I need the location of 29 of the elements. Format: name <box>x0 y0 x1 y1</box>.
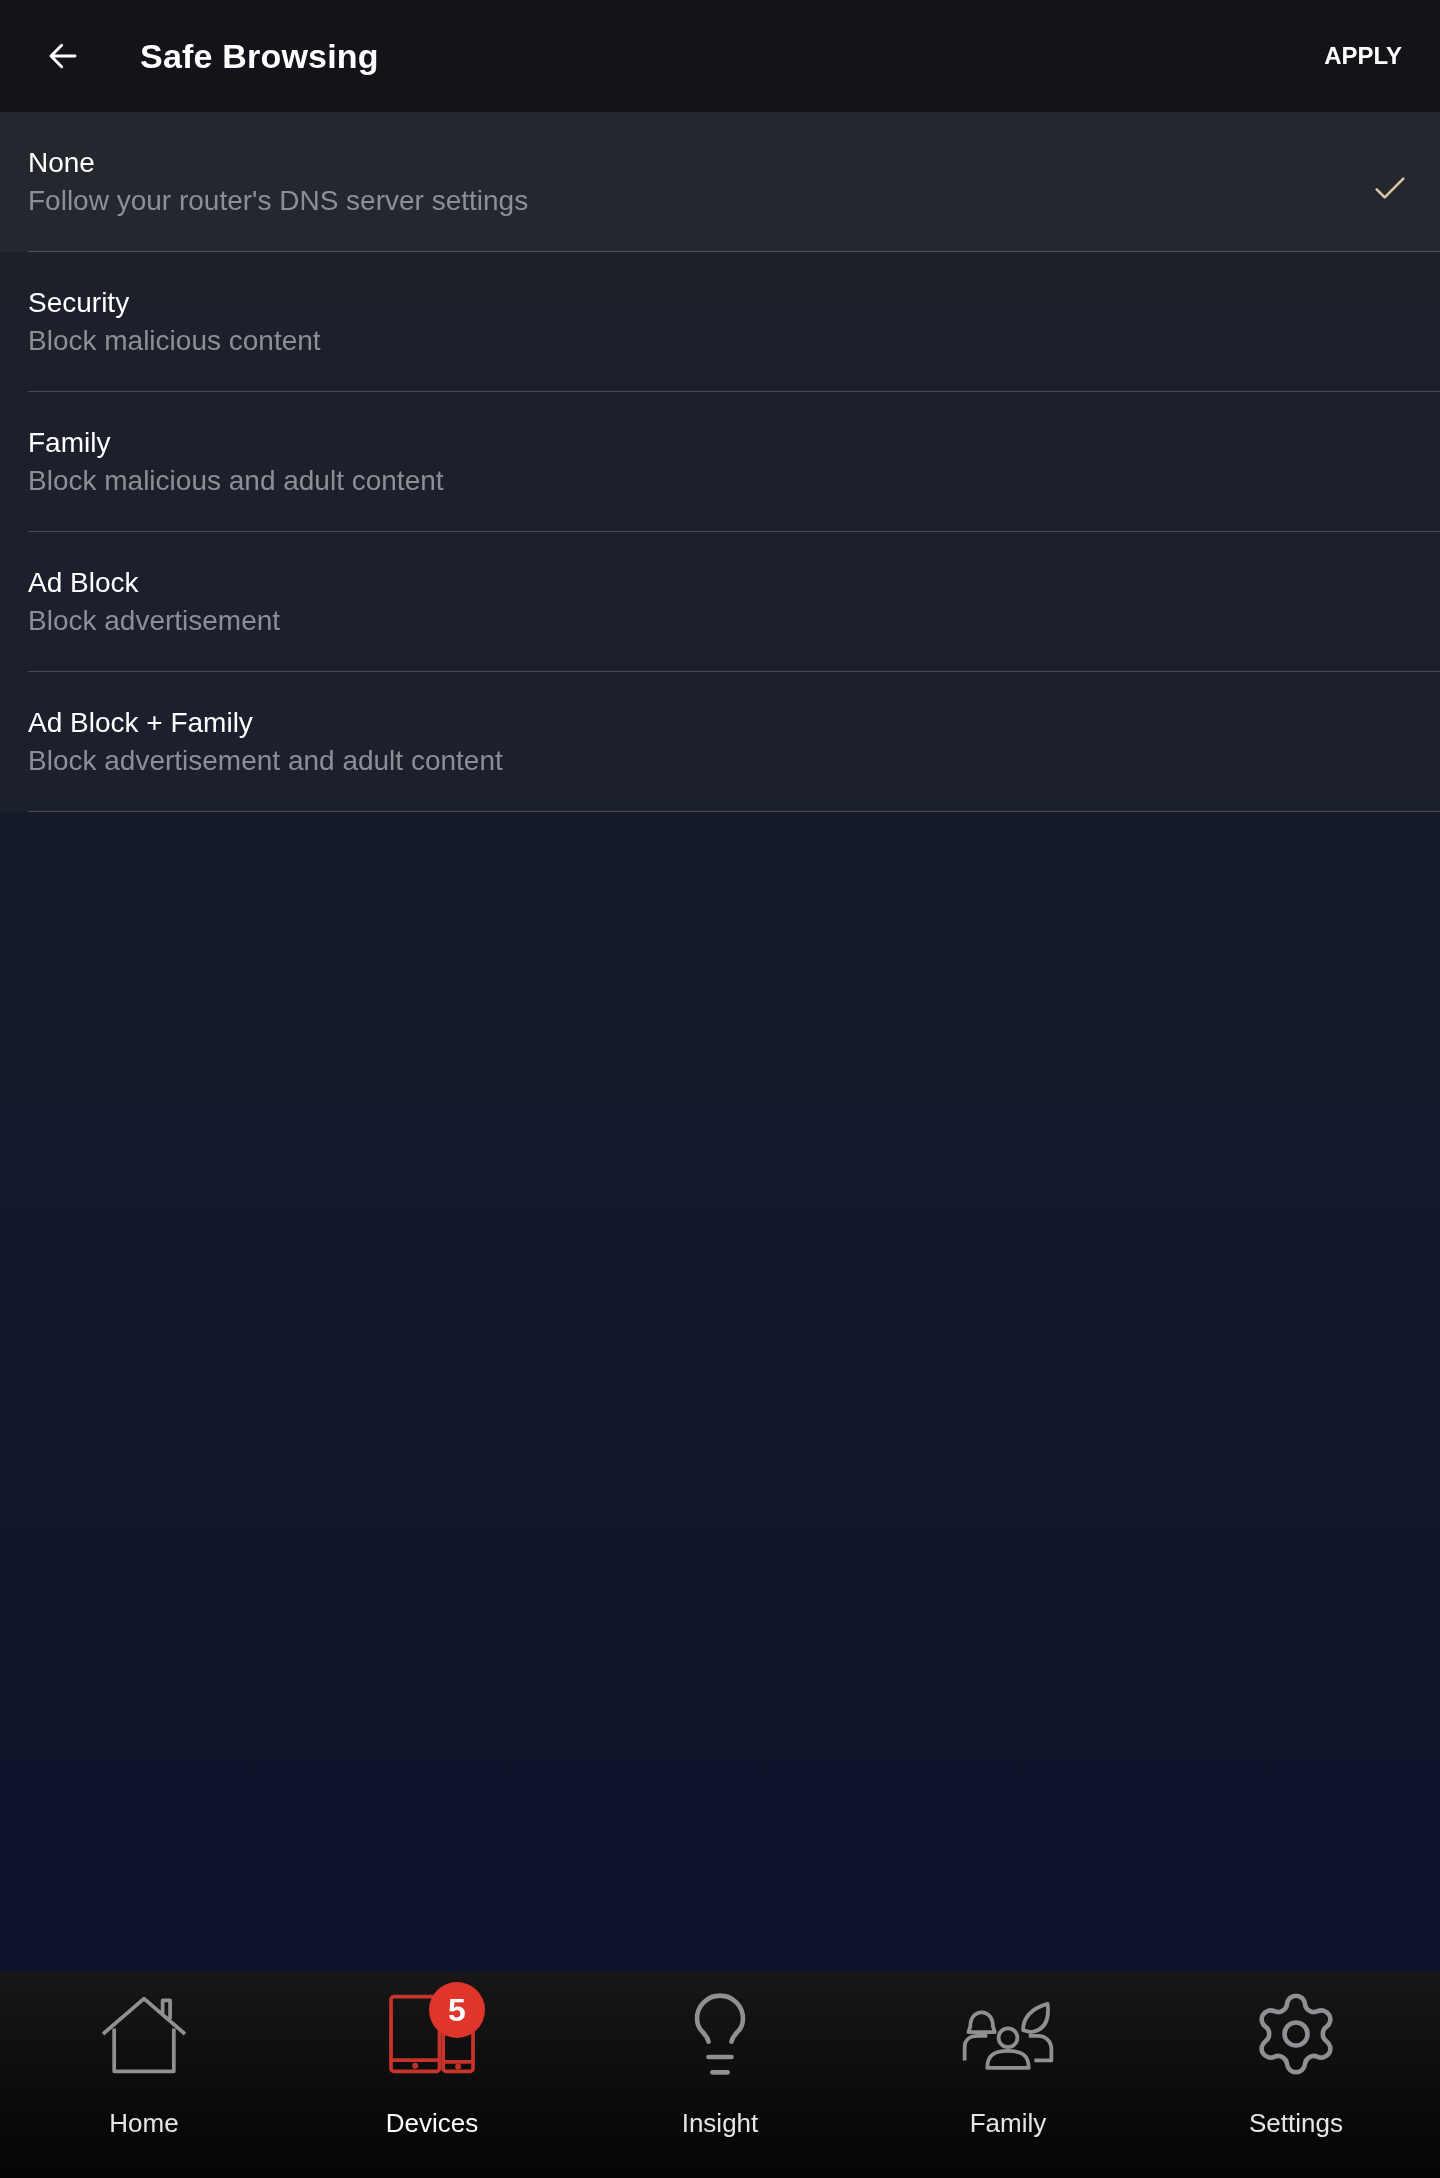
option-title: Family <box>28 425 111 460</box>
option-title: Ad Block + Family <box>28 705 253 740</box>
nav-tab[interactable]: Settings <box>1152 1972 1440 2178</box>
nav-tab[interactable]: Family <box>864 1972 1152 2178</box>
nav-label: Settings <box>1249 2107 1343 2140</box>
option-title: Security <box>28 285 130 320</box>
option-description: Block advertisement <box>28 603 281 638</box>
option-description: Follow your router's DNS server settings <box>28 183 529 218</box>
nav-tab[interactable]: Home <box>0 1972 288 2178</box>
checkmark-icon <box>1374 175 1406 200</box>
option-row[interactable]: None Follow your router's DNS server settings <box>0 112 1440 252</box>
option-title: Ad Block <box>28 565 139 600</box>
option-row[interactable]: Family Block malicious and adult content <box>0 392 1440 532</box>
nav-label: Insight <box>681 2107 759 2140</box>
option-row[interactable]: Ad Block + Family Block advertisement and adult content <box>0 672 1440 812</box>
nav-label: Devices <box>385 2107 479 2140</box>
option-row[interactable]: Ad Block Block advertisement <box>0 532 1440 672</box>
page-title: Safe Browsing <box>140 35 379 77</box>
option-description: Block malicious content <box>28 323 321 358</box>
nav-label: Family <box>969 2107 1047 2140</box>
count-badge: 5 <box>429 1982 485 2038</box>
nav-tab[interactable]: 5 Devices <box>288 1972 576 2178</box>
option-title: None <box>28 145 95 180</box>
option-description: Block advertisement and adult content <box>28 743 503 778</box>
option-row[interactable]: Security Block malicious content <box>0 252 1440 392</box>
apply-button[interactable]: APPLY <box>1322 32 1404 80</box>
nav-tab[interactable]: Insight <box>576 1972 864 2178</box>
option-description: Block malicious and adult content <box>28 463 444 498</box>
nav-label: Home <box>109 2107 179 2140</box>
